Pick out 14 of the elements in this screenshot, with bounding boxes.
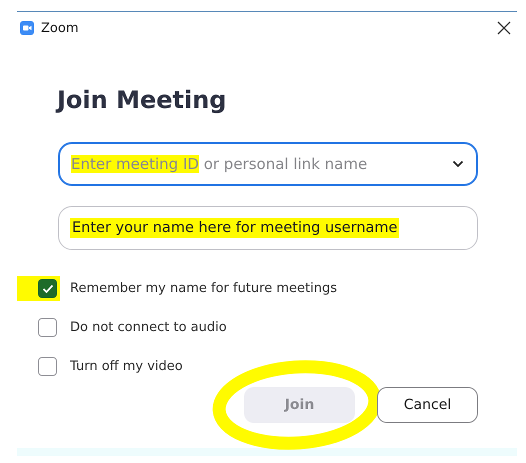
checkbox[interactable] [38,318,57,337]
camera-logo-icon [20,21,34,35]
checkbox[interactable] [38,279,57,298]
option-label: Turn off my video [70,359,183,374]
dialog-heading: Join Meeting [57,86,228,114]
window-title: Zoom [41,20,80,36]
option-label: Remember my name for future meetings [70,281,337,296]
chevron-down-icon[interactable] [452,160,464,168]
option-label: Do not connect to audio [70,320,227,335]
name-field[interactable]: Enter your name here for meeting username [58,206,478,250]
checkbox[interactable] [38,357,57,376]
cancel-button[interactable]: Cancel [377,387,478,423]
close-icon[interactable] [497,21,511,35]
checkmark-icon [42,284,54,294]
